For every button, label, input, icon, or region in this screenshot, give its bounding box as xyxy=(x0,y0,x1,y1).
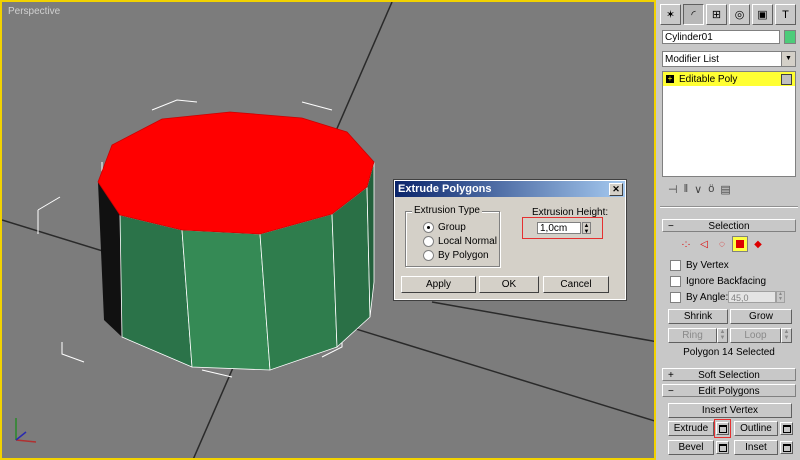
object-color-swatch[interactable] xyxy=(784,30,796,44)
cancel-button[interactable]: Cancel xyxy=(543,276,609,293)
selection-rollout-title: Selection xyxy=(708,221,750,232)
divider xyxy=(660,206,798,208)
by-vertex-checkbox[interactable]: By Vertex xyxy=(670,260,729,271)
soft-selection-title: Soft Selection xyxy=(698,370,760,381)
axis-tripod-icon xyxy=(15,418,37,443)
make-unique-icon[interactable]: ∨ xyxy=(694,183,702,196)
modify-tab-icon[interactable]: ◜ xyxy=(683,4,704,25)
edit-polygons-rollout-header[interactable]: − Edit Polygons xyxy=(662,384,796,397)
by-vertex-box[interactable] xyxy=(670,260,681,271)
ignore-backfacing-box[interactable] xyxy=(670,276,681,287)
ignore-backfacing-label: Ignore Backfacing xyxy=(686,276,767,287)
by-angle-label: By Angle: xyxy=(686,292,729,303)
inset-button[interactable]: Inset xyxy=(734,440,778,455)
radio-by-polygon[interactable]: By Polygon xyxy=(423,250,489,261)
stack-item-label: Editable Poly xyxy=(679,73,738,85)
grow-button[interactable]: Grow xyxy=(730,309,792,324)
selection-status: Polygon 14 Selected xyxy=(683,347,775,358)
polygon-icon[interactable] xyxy=(732,236,748,252)
border-icon[interactable]: ◌ xyxy=(714,236,730,252)
shrink-button[interactable]: Shrink xyxy=(668,309,728,324)
collapse-icon: − xyxy=(668,221,674,232)
extrusion-height-input[interactable]: 1,0cm xyxy=(537,222,581,234)
expand-icon[interactable]: + xyxy=(666,75,674,83)
by-vertex-label: By Vertex xyxy=(686,260,729,271)
extrude-polygons-dialog: Extrude Polygons ✕ Extrusion Type Group … xyxy=(393,179,627,301)
ring-button[interactable]: Ring xyxy=(668,328,717,343)
by-angle-box[interactable] xyxy=(670,292,681,303)
element-icon[interactable]: ◆ xyxy=(750,236,766,252)
extrude-settings-icon[interactable] xyxy=(716,422,729,435)
stack-toolbar: ⊣ ǁ ∨ ö ▤ xyxy=(662,181,796,197)
inset-settings-icon[interactable] xyxy=(780,441,793,454)
radio-local-normal[interactable]: Local Normal xyxy=(423,236,497,247)
subobject-level-icons: ·:· ◁ ◌ ◆ xyxy=(678,236,768,252)
radio-group-label: Group xyxy=(438,222,466,233)
loop-button[interactable]: Loop xyxy=(730,328,781,343)
radio-by-polygon-dot[interactable] xyxy=(423,250,434,261)
insert-vertex-button[interactable]: Insert Vertex xyxy=(668,403,792,418)
ignore-backfacing-checkbox[interactable]: Ignore Backfacing xyxy=(670,276,766,287)
remove-modifier-icon[interactable]: ö xyxy=(708,183,714,195)
ring-spinner[interactable]: ▲ ▼ xyxy=(717,328,728,343)
bevel-button[interactable]: Bevel xyxy=(668,440,714,455)
outline-button[interactable]: Outline xyxy=(734,421,778,436)
ok-button[interactable]: OK xyxy=(479,276,539,293)
modifier-list-dropdown[interactable]: Modifier List ▼ xyxy=(662,51,796,67)
radio-group-dot[interactable] xyxy=(423,222,434,233)
configure-sets-icon[interactable]: ▤ xyxy=(720,183,730,196)
command-panel: ✶ ◜ ⊞ ◎ ▣ T Cylinder01 Modifier List ▼ +… xyxy=(656,0,800,460)
loop-spinner[interactable]: ▲ ▼ xyxy=(781,328,792,343)
perspective-viewport[interactable]: Perspective Extrude Polygons ✕ Extrusion… xyxy=(0,0,656,460)
selection-rollout-header[interactable]: − Selection xyxy=(662,219,796,232)
edit-polygons-title: Edit Polygons xyxy=(698,386,760,397)
dialog-title: Extrude Polygons xyxy=(398,183,492,195)
radio-by-polygon-label: By Polygon xyxy=(438,250,489,261)
show-end-result-icon[interactable]: ǁ xyxy=(684,183,689,195)
bevel-settings-icon[interactable] xyxy=(716,441,729,454)
apply-button[interactable]: Apply xyxy=(401,276,476,293)
modifier-stack[interactable]: + Editable Poly xyxy=(662,71,796,177)
angle-input[interactable]: 45,0 xyxy=(728,291,776,303)
stack-item-toggle-icon[interactable] xyxy=(781,74,792,85)
radio-local-normal-dot[interactable] xyxy=(423,236,434,247)
object-name-field[interactable]: Cylinder01 xyxy=(662,30,780,44)
command-tabs: ✶ ◜ ⊞ ◎ ▣ T xyxy=(660,4,798,26)
outline-settings-icon[interactable] xyxy=(780,422,793,435)
pin-stack-icon[interactable]: ⊣ xyxy=(668,183,678,196)
expand-icon: + xyxy=(668,370,674,381)
extrusion-type-label: Extrusion Type xyxy=(412,205,482,216)
radio-local-normal-label: Local Normal xyxy=(438,236,497,247)
edge-icon[interactable]: ◁ xyxy=(696,236,712,252)
create-tab-icon[interactable]: ✶ xyxy=(660,4,681,25)
hierarchy-tab-icon[interactable]: ⊞ xyxy=(706,4,727,25)
collapse-icon: − xyxy=(668,386,674,397)
stack-item-editable-poly[interactable]: + Editable Poly xyxy=(663,72,795,86)
motion-tab-icon[interactable]: ◎ xyxy=(729,4,750,25)
utilities-tab-icon[interactable]: T xyxy=(775,4,796,25)
soft-selection-rollout-header[interactable]: + Soft Selection xyxy=(662,368,796,381)
vertex-icon[interactable]: ·:· xyxy=(678,236,694,252)
extrusion-height-spinner[interactable]: ▲ ▼ xyxy=(582,222,591,235)
radio-group[interactable]: Group xyxy=(423,222,466,233)
display-tab-icon[interactable]: ▣ xyxy=(752,4,773,25)
by-angle-checkbox[interactable]: By Angle: xyxy=(670,292,728,303)
dialog-title-bar[interactable]: Extrude Polygons ✕ xyxy=(395,181,625,197)
extrude-button[interactable]: Extrude xyxy=(668,421,714,436)
angle-spinner[interactable]: ▲ ▼ xyxy=(776,291,785,303)
chevron-down-icon[interactable]: ▼ xyxy=(781,52,795,66)
modifier-list-label: Modifier List xyxy=(665,54,719,65)
close-icon[interactable]: ✕ xyxy=(609,183,623,196)
